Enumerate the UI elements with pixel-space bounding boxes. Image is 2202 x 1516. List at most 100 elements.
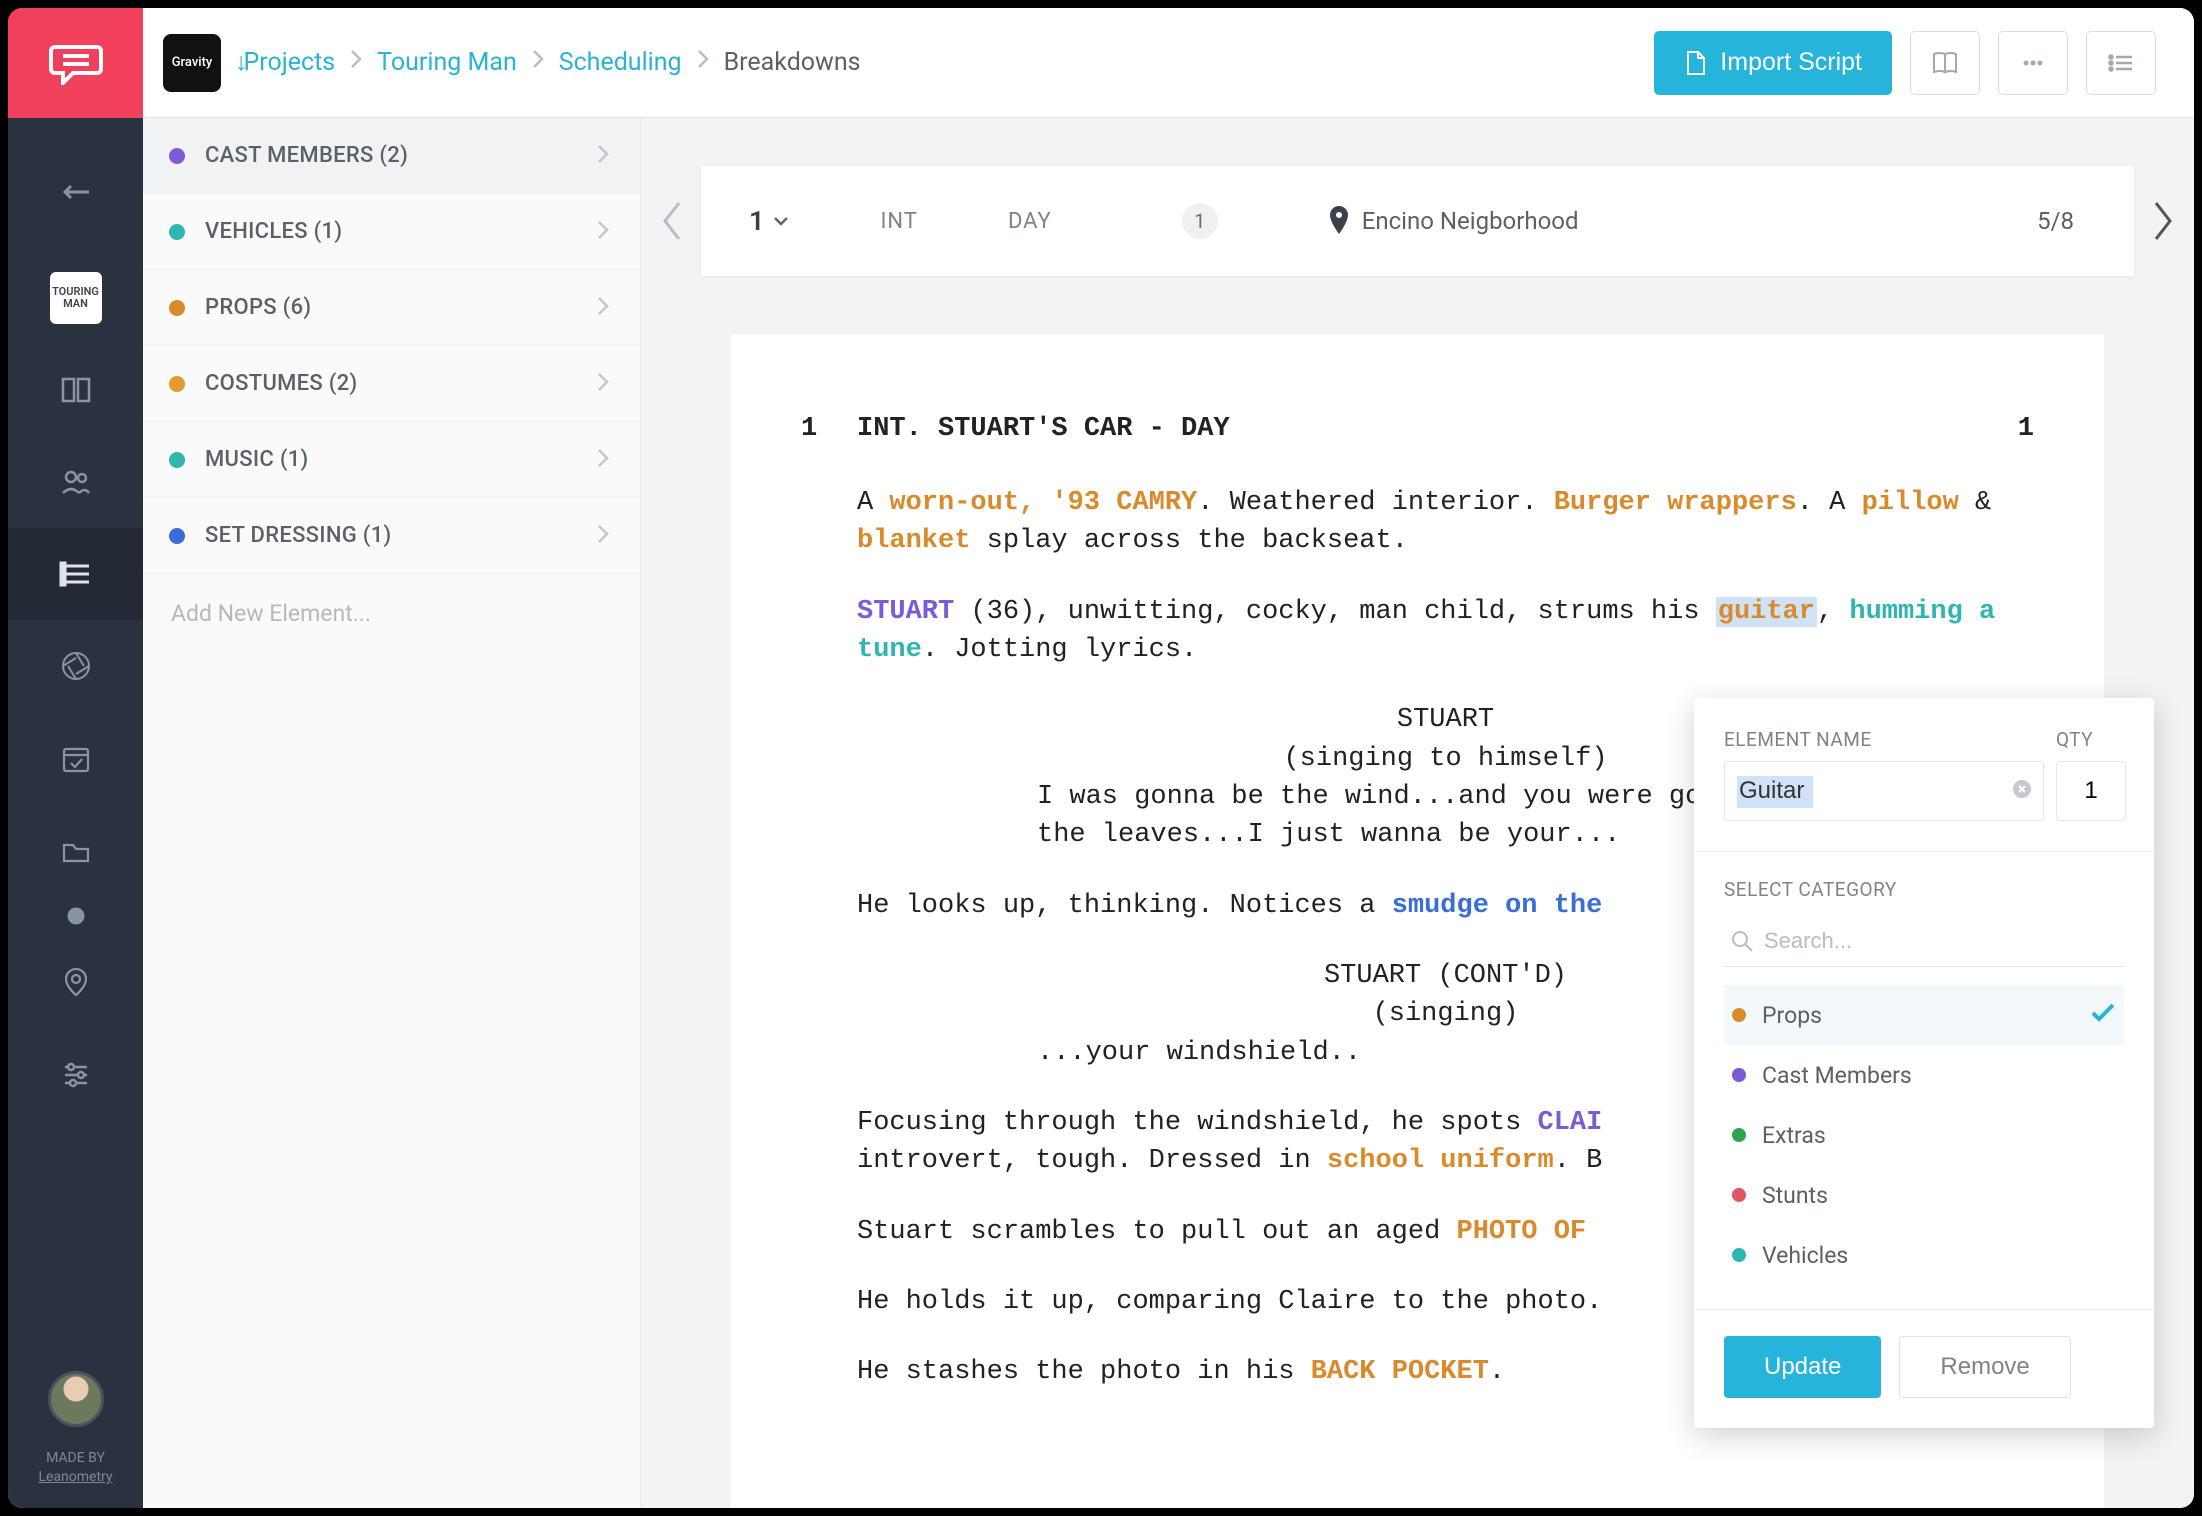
- book-open-icon: [1930, 48, 1960, 78]
- chevron-right-icon: [531, 48, 545, 77]
- category-option-label: Stunts: [1762, 1182, 1828, 1209]
- aperture-icon: [59, 649, 93, 683]
- book-view-button[interactable]: [1910, 31, 1980, 95]
- element-popover: ELEMENT NAME QTY: [1694, 698, 2154, 1428]
- nav-location[interactable]: [8, 936, 143, 1028]
- slugline: INT. STUART'S CAR - DAY: [857, 414, 1230, 444]
- action-line[interactable]: STUART (36), unwitting, cocky, man child…: [857, 593, 2034, 670]
- tag-prop[interactable]: blanket: [857, 526, 970, 556]
- left-rail: TOURING MAN MAD: [8, 8, 143, 1508]
- chevron-right-icon: [596, 295, 610, 321]
- document-icon: [1684, 50, 1706, 76]
- qty-input[interactable]: [2056, 761, 2126, 821]
- page-count: 5/8: [2037, 207, 2074, 235]
- color-dot-icon: [169, 300, 185, 316]
- nav-back[interactable]: [8, 146, 143, 238]
- qty-label: QTY: [2056, 728, 2126, 751]
- add-element-input[interactable]: Add New Element...: [143, 574, 640, 653]
- action-line[interactable]: A worn-out, '93 CAMRY. Weathered interio…: [857, 484, 2034, 561]
- dot-icon: [59, 899, 93, 933]
- category-option[interactable]: Extras: [1724, 1105, 2124, 1165]
- tag-set-dressing[interactable]: smudge on the: [1392, 891, 1603, 921]
- breadcrumb-projects[interactable]: Projects: [244, 48, 336, 77]
- nav-dot[interactable]: [8, 896, 143, 936]
- select-category-label: SELECT CATEGORY: [1724, 878, 2124, 901]
- scene-location[interactable]: Encino Neigborhood: [1328, 206, 1579, 236]
- import-script-button[interactable]: Import Script: [1654, 31, 1892, 95]
- people-icon: [59, 465, 93, 499]
- category-option[interactable]: Vehicles: [1724, 1225, 2124, 1285]
- chevron-right-icon: [696, 48, 710, 77]
- prev-scene-button[interactable]: [651, 166, 691, 276]
- close-circle-icon: [2012, 779, 2032, 799]
- nav-side-by-side[interactable]: [8, 344, 143, 436]
- update-button[interactable]: Update: [1724, 1336, 1881, 1398]
- category-row[interactable]: MUSIC (1): [143, 422, 640, 498]
- scene-number-dropdown[interactable]: 1: [749, 205, 790, 237]
- nav-sliders[interactable]: [8, 1028, 143, 1120]
- tag-vehicle[interactable]: worn-out, '93 CAMRY: [889, 488, 1197, 518]
- clear-input-button[interactable]: [2012, 779, 2032, 803]
- calendar-check-icon: [59, 741, 93, 775]
- nav-people[interactable]: [8, 436, 143, 528]
- category-option[interactable]: Props: [1724, 985, 2124, 1045]
- nav-calendar[interactable]: [8, 712, 143, 804]
- chevron-down-icon: [772, 215, 790, 227]
- tag-prop[interactable]: pillow: [1862, 488, 1959, 518]
- avatar[interactable]: [48, 1371, 104, 1427]
- chevron-right-icon: [2150, 197, 2178, 245]
- color-dot-icon: [1732, 1068, 1746, 1082]
- category-row[interactable]: CAST MEMBERS (2): [143, 118, 640, 194]
- tag-prop[interactable]: PHOTO OF: [1457, 1217, 1587, 1247]
- breadcrumb: ↓ Projects Touring Man Scheduling Breakd…: [235, 48, 861, 77]
- chevron-right-icon: [349, 48, 363, 77]
- category-option-label: Props: [1762, 1002, 1822, 1029]
- footer-credit: MADE BY Leanometry: [38, 1449, 112, 1488]
- category-row[interactable]: SET DRESSING (1): [143, 498, 640, 574]
- color-dot-icon: [1732, 1008, 1746, 1022]
- color-dot-icon: [1732, 1188, 1746, 1202]
- arrow-left-icon: [59, 175, 93, 209]
- category-option-label: Extras: [1762, 1122, 1826, 1149]
- nav-breakdowns[interactable]: [8, 528, 143, 620]
- category-row[interactable]: PROPS (6): [143, 270, 640, 346]
- tag-prop-selected[interactable]: guitar: [1716, 597, 1817, 627]
- category-row[interactable]: VEHICLES (1): [143, 194, 640, 270]
- tag-cast[interactable]: STUART: [857, 597, 954, 627]
- breadcrumb-section[interactable]: Scheduling: [559, 48, 682, 77]
- remove-button[interactable]: Remove: [1899, 1336, 2070, 1398]
- more-button[interactable]: [1998, 31, 2068, 95]
- category-label: VEHICLES (1): [205, 219, 342, 244]
- list-rows-icon: [59, 557, 93, 591]
- list-toggle-button[interactable]: [2086, 31, 2156, 95]
- color-dot-icon: [1732, 1248, 1746, 1262]
- scene-count-badge: 1: [1182, 203, 1218, 239]
- folder-icon: [59, 833, 93, 867]
- category-option[interactable]: Stunts: [1724, 1165, 2124, 1225]
- category-label: SET DRESSING (1): [205, 523, 392, 548]
- color-dot-icon: [169, 376, 185, 392]
- nav-folder[interactable]: [8, 804, 143, 896]
- nav-shutter[interactable]: [8, 620, 143, 712]
- breadcrumb-project[interactable]: Touring Man: [377, 48, 517, 77]
- next-scene-button[interactable]: [2144, 166, 2184, 276]
- category-search-input[interactable]: [1724, 915, 2124, 967]
- category-row[interactable]: COSTUMES (2): [143, 346, 640, 422]
- category-sidebar: CAST MEMBERS (2) VEHICLES (1) PROPS (6) …: [143, 118, 641, 1508]
- color-dot-icon: [169, 528, 185, 544]
- app-logo[interactable]: [8, 8, 143, 118]
- chevron-right-icon: [596, 523, 610, 549]
- tag-cast[interactable]: CLAI: [1538, 1108, 1603, 1138]
- tag-prop[interactable]: BACK POCKET: [1311, 1357, 1489, 1387]
- nav-project-thumb[interactable]: TOURING MAN: [8, 252, 143, 344]
- element-name-input[interactable]: [1724, 761, 2044, 821]
- tag-prop[interactable]: Burger wrappers: [1554, 488, 1797, 518]
- tag-costume[interactable]: school uniform: [1327, 1146, 1554, 1176]
- chevron-right-icon: [596, 143, 610, 169]
- category-option[interactable]: Cast Members: [1724, 1045, 2124, 1105]
- breadcrumb-current: Breakdowns: [724, 48, 861, 77]
- sliders-icon: [59, 1057, 93, 1091]
- list-icon: [2106, 48, 2136, 78]
- category-label: MUSIC (1): [205, 447, 309, 472]
- project-badge[interactable]: Gravity: [163, 34, 221, 92]
